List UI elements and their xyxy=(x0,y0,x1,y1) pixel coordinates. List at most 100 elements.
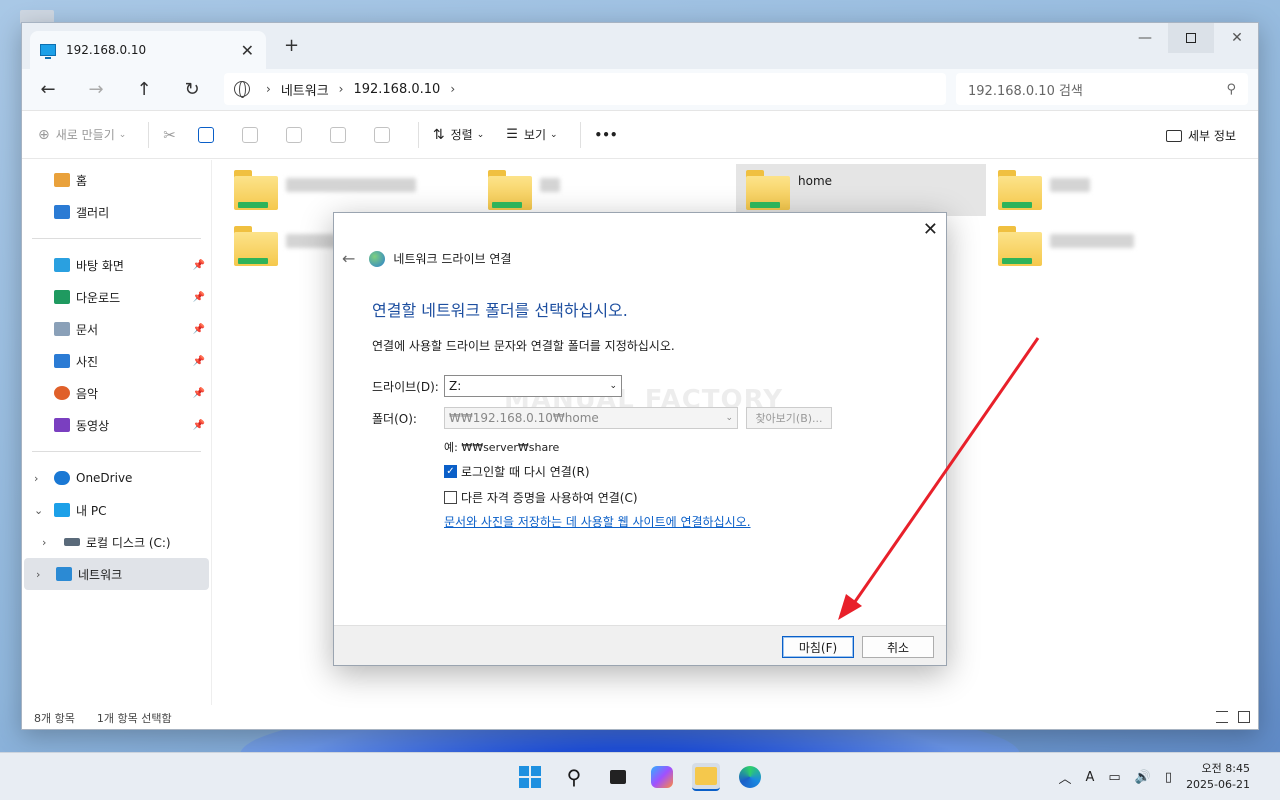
details-pane-button[interactable]: 세부 정보 xyxy=(1166,127,1236,144)
chevron-right-icon[interactable]: › xyxy=(339,82,344,96)
close-icon[interactable]: ✕ xyxy=(923,219,938,240)
dialog-title: 네트워크 드라이브 연결 xyxy=(393,252,512,266)
forward-button[interactable]: → xyxy=(84,79,108,100)
clock[interactable]: 오전 8:45 2025-06-21 xyxy=(1186,761,1250,793)
view-button[interactable]: ☰ 보기 ⌄ xyxy=(506,126,557,143)
pin-icon[interactable]: 📌 xyxy=(193,260,205,271)
tab-network-host[interactable]: 192.168.0.10 ✕ xyxy=(30,31,266,69)
reconnect-checkbox-row[interactable]: ✓ 로그인할 때 다시 연결(R) xyxy=(444,463,590,480)
cut-button[interactable]: ✂ xyxy=(163,126,176,144)
sidebar-item-local-disk[interactable]: › 로컬 디스크 (C:) xyxy=(22,526,211,558)
search-icon[interactable]: ⚲ xyxy=(560,763,588,791)
chevron-right-icon[interactable]: › xyxy=(36,568,40,581)
delete-button[interactable] xyxy=(373,126,396,143)
sidebar-item-pictures[interactable]: 사진 📌 xyxy=(22,345,211,377)
input-indicator[interactable]: A xyxy=(1086,770,1095,785)
folder-item-home[interactable]: home xyxy=(736,164,986,216)
details-view-icon[interactable] xyxy=(1216,711,1228,723)
rename-button[interactable] xyxy=(285,126,308,143)
pin-icon[interactable]: 📌 xyxy=(193,292,205,303)
task-view-icon[interactable] xyxy=(604,763,632,791)
chevron-right-icon[interactable]: › xyxy=(34,472,38,485)
cancel-button[interactable]: 취소 xyxy=(862,636,934,658)
document-icon xyxy=(54,322,70,336)
sidebar-item-network[interactable]: › 네트워크 xyxy=(24,558,209,590)
sidebar-item-downloads[interactable]: 다운로드 📌 xyxy=(22,281,211,313)
search-input[interactable]: 192.168.0.10 검색 ⚲ xyxy=(956,73,1248,105)
new-tab-button[interactable]: + xyxy=(284,35,299,56)
paste-button[interactable] xyxy=(241,126,264,143)
sidebar-item-gallery[interactable]: 갤러리 xyxy=(22,196,211,228)
breadcrumb-host[interactable]: 192.168.0.10 xyxy=(353,82,440,97)
selection-count: 1개 항목 선택함 xyxy=(96,712,172,725)
folder-label: 폴더(O): xyxy=(372,411,417,426)
edge-icon[interactable] xyxy=(736,763,764,791)
chevron-down-icon: ⌄ xyxy=(118,129,127,140)
copy-button[interactable] xyxy=(197,126,220,143)
network-icon xyxy=(56,567,72,581)
sidebar-item-music[interactable]: 음악 📌 xyxy=(22,377,211,409)
minimize-button[interactable]: — xyxy=(1122,23,1168,53)
reconnect-checkbox[interactable]: ✓ xyxy=(444,465,457,478)
rename-icon xyxy=(285,126,302,143)
folder-item[interactable] xyxy=(988,164,1238,216)
blurred-name xyxy=(1050,234,1134,248)
finish-button[interactable]: 마침(F) xyxy=(782,636,854,658)
folder-item[interactable] xyxy=(224,164,474,216)
new-button[interactable]: ⊕ 새로 만들기 ⌄ xyxy=(38,126,126,143)
chevron-right-icon[interactable]: › xyxy=(266,82,271,96)
drive-select[interactable]: Z: ⌄ xyxy=(444,375,622,397)
sidebar-item-home[interactable]: 홈 xyxy=(22,164,211,196)
address-bar[interactable]: › 네트워크 › 192.168.0.10 › xyxy=(224,73,946,105)
breadcrumb-network[interactable]: 네트워크 xyxy=(281,80,329,99)
dialog-heading: 연결할 네트워크 폴더를 선택하십시오. xyxy=(372,301,628,320)
start-button[interactable] xyxy=(516,763,544,791)
pin-icon[interactable]: 📌 xyxy=(193,420,205,431)
chevron-up-icon[interactable]: ︿ xyxy=(1059,768,1072,787)
pin-icon[interactable]: 📌 xyxy=(193,324,205,335)
pin-icon[interactable]: 📌 xyxy=(193,388,205,399)
folder-input[interactable]: ₩₩192.168.0.10₩home ⌄ xyxy=(444,407,738,429)
sidebar-item-documents[interactable]: 문서 📌 xyxy=(22,313,211,345)
more-options-button[interactable]: ••• xyxy=(595,128,618,142)
command-bar: ⊕ 새로 만들기 ⌄ ✂ ⇅ 정렬 ⌄ ☰ 보기 ⌄ ••• 세부 정보 xyxy=(22,111,1258,159)
address-row: ← → ↑ ↻ › 네트워크 › 192.168.0.10 › 192.168.… xyxy=(22,69,1258,111)
website-link[interactable]: 문서와 사진을 저장하는 데 사용할 웹 사이트에 연결하십시오. xyxy=(444,513,751,530)
search-placeholder: 192.168.0.10 검색 xyxy=(968,83,1083,99)
close-tab-button[interactable]: ✕ xyxy=(241,41,254,60)
back-button[interactable]: ← xyxy=(36,79,60,100)
sidebar-item-desktop[interactable]: 바탕 화면 📌 xyxy=(22,249,211,281)
trash-icon xyxy=(373,126,390,143)
close-window-button[interactable]: ✕ xyxy=(1214,23,1258,53)
maximize-button[interactable] xyxy=(1168,23,1214,53)
battery-icon[interactable]: ▯ xyxy=(1165,770,1172,785)
view-toggle xyxy=(1216,711,1250,723)
chevron-right-icon[interactable]: › xyxy=(42,536,46,549)
back-arrow-icon[interactable]: ← xyxy=(342,249,355,268)
folder-item[interactable] xyxy=(988,220,1238,272)
pin-icon[interactable]: 📌 xyxy=(193,356,205,367)
chevron-down-icon[interactable]: ⌄ xyxy=(34,504,43,517)
sidebar-item-label: 내 PC xyxy=(76,503,107,518)
sidebar-item-this-pc[interactable]: ⌄ 내 PC xyxy=(22,494,211,526)
file-explorer-icon[interactable] xyxy=(692,763,720,791)
sort-button[interactable]: ⇅ 정렬 ⌄ xyxy=(433,126,484,143)
network-icon[interactable]: ▭ xyxy=(1108,770,1120,785)
up-button[interactable]: ↑ xyxy=(132,79,156,100)
chevron-right-icon[interactable]: › xyxy=(450,82,455,96)
browse-button[interactable]: 찾아보기(B)... xyxy=(746,407,832,429)
sidebar-item-onedrive[interactable]: › OneDrive xyxy=(22,462,211,494)
refresh-button[interactable]: ↻ xyxy=(180,79,204,100)
copilot-icon[interactable] xyxy=(648,763,676,791)
windows-logo-icon xyxy=(519,766,541,788)
share-button[interactable] xyxy=(329,126,352,143)
sidebar-item-videos[interactable]: 동영상 📌 xyxy=(22,409,211,441)
tiles-view-icon[interactable] xyxy=(1238,711,1250,723)
credentials-checkbox-row[interactable]: 다른 자격 증명을 사용하여 연결(C) xyxy=(444,489,638,506)
folder-item[interactable] xyxy=(478,164,728,216)
sidebar-item-label: OneDrive xyxy=(76,471,133,485)
taskbar: ⚲ ︿ A ▭ 🔊 ▯ 오전 8:45 2025-06-21 xyxy=(0,752,1280,800)
volume-icon[interactable]: 🔊 xyxy=(1135,770,1151,785)
credentials-checkbox[interactable] xyxy=(444,491,457,504)
dialog-description: 연결에 사용할 드라이브 문자와 연결할 폴더를 지정하십시오. xyxy=(372,339,675,353)
